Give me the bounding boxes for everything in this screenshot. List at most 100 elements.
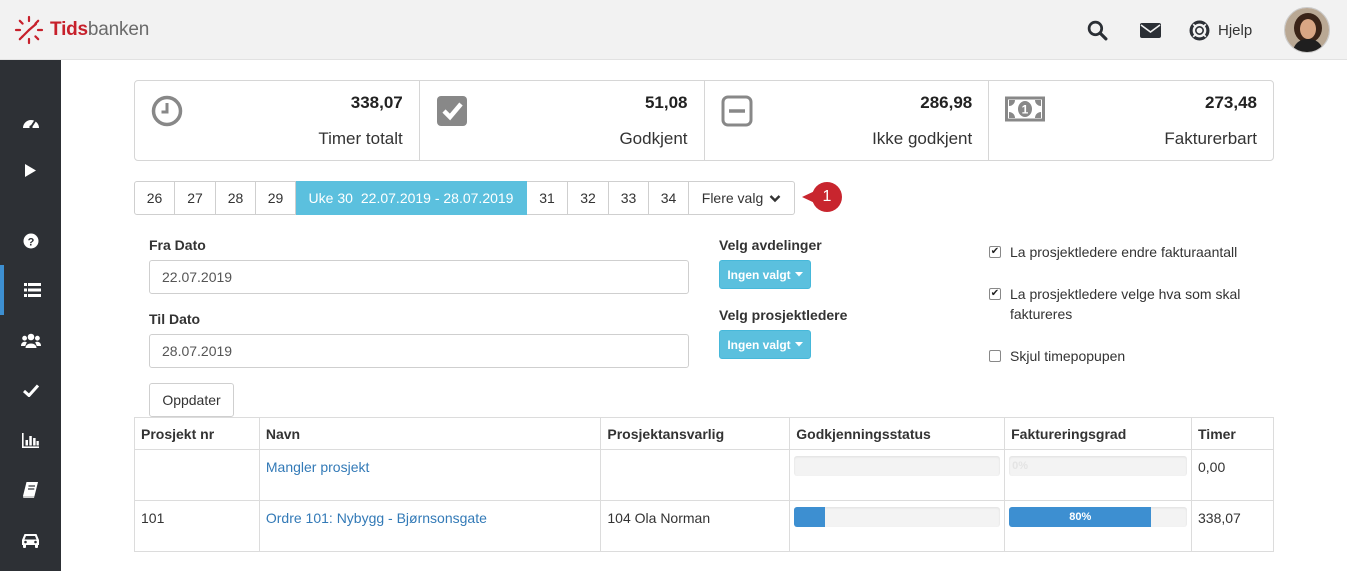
week-active-dates: 22.07.2019 - 28.07.2019 bbox=[360, 190, 514, 206]
stat-billable: 1 273,48 Fakturerbart bbox=[989, 81, 1273, 160]
cell-manager: 104 Ola Norman bbox=[600, 500, 791, 552]
cell-manager bbox=[600, 449, 791, 501]
stat-value: 273,48 bbox=[1205, 93, 1257, 112]
list-icon bbox=[24, 283, 41, 297]
week-button[interactable]: 26 bbox=[134, 181, 175, 215]
envelope-icon[interactable] bbox=[1140, 19, 1161, 41]
stats-panel: 338,07 Timer totalt 51,08 Godkjent 286,9… bbox=[134, 80, 1274, 161]
sidebar-item-car[interactable] bbox=[0, 515, 61, 565]
sidebar-item-users[interactable] bbox=[0, 315, 61, 365]
approval-progress-fill bbox=[794, 507, 826, 527]
week-button[interactable]: 34 bbox=[649, 181, 689, 215]
column-header[interactable]: Timer bbox=[1191, 417, 1274, 450]
week-button[interactable]: 29 bbox=[256, 181, 296, 215]
cell-name: Mangler prosjekt bbox=[258, 449, 602, 501]
table-row: 101 Ordre 101: Nybygg - Bjørnsonsgate 10… bbox=[134, 500, 1274, 552]
question-icon: ? bbox=[23, 233, 38, 249]
week-button-active[interactable]: Uke 30 22.07.2019 - 28.07.2019 bbox=[296, 181, 527, 215]
cell-hours: 0,00 bbox=[1191, 449, 1274, 501]
week-button[interactable]: 31 bbox=[527, 181, 568, 215]
brand-name: Tidsbanken bbox=[50, 19, 149, 41]
departments-value: Ingen valgt bbox=[727, 267, 791, 282]
column-header[interactable]: Prosjektansvarlig bbox=[600, 417, 791, 450]
money-icon: 1 bbox=[1005, 96, 1046, 122]
brand-name-b: banken bbox=[87, 19, 150, 40]
table-header-row: Prosjekt nr Navn Prosjektansvarlig Godkj… bbox=[134, 417, 1274, 450]
chevron-down-icon bbox=[769, 194, 781, 202]
managers-dropdown[interactable]: Ingen valgt bbox=[719, 330, 811, 359]
cell-approval bbox=[789, 500, 1006, 552]
option-label: Skjul timepopupen bbox=[1010, 348, 1126, 364]
column-header[interactable]: Godkjenningsstatus bbox=[789, 417, 1006, 450]
update-button[interactable]: Oppdater bbox=[149, 383, 234, 417]
stat-total-hours: 338,07 Timer totalt bbox=[135, 81, 420, 160]
week-selector: 26 27 28 29 Uke 30 22.07.2019 - 28.07.20… bbox=[134, 181, 795, 215]
stat-label: Godkjent bbox=[619, 129, 688, 148]
week-button[interactable]: 32 bbox=[568, 181, 609, 215]
project-link[interactable]: Mangler prosjekt bbox=[266, 459, 370, 475]
cell-hours: 338,07 bbox=[1191, 500, 1274, 552]
caret-down-icon bbox=[794, 272, 803, 277]
stat-value: 286,98 bbox=[920, 93, 973, 112]
logo[interactable]: Tidsbanken bbox=[14, 14, 149, 46]
stat-value: 338,07 bbox=[350, 93, 403, 112]
caret-down-icon bbox=[794, 342, 803, 347]
help-label: Hjelp bbox=[1218, 21, 1253, 39]
more-options-dropdown[interactable]: Flere valg bbox=[689, 181, 795, 215]
option-hide-popup[interactable]: Skjul timepopupen bbox=[989, 346, 1259, 366]
sidebar-item-approve[interactable] bbox=[0, 365, 61, 415]
billing-progress-bar: 0% bbox=[1009, 456, 1187, 476]
more-options-label: Flere valg bbox=[701, 190, 764, 206]
sidebar-item-help[interactable]: ? bbox=[0, 216, 61, 266]
option-label: La prosjektledere velge hva som skal fak… bbox=[1010, 286, 1241, 322]
top-bar: Tidsbanken Hjelp bbox=[0, 0, 1347, 60]
departments-dropdown[interactable]: Ingen valgt bbox=[719, 260, 811, 289]
cell-approval bbox=[789, 449, 1006, 501]
cell-project-nr: 101 bbox=[134, 500, 260, 552]
sidebar-item-dashboard[interactable] bbox=[0, 97, 61, 147]
cell-project-nr bbox=[134, 449, 260, 501]
column-header[interactable]: Faktureringsgrad bbox=[1004, 417, 1192, 450]
clock-icon bbox=[151, 95, 183, 127]
stat-label: Timer totalt bbox=[318, 129, 403, 148]
week-button[interactable]: 28 bbox=[216, 181, 256, 215]
stat-label: Fakturerbart bbox=[1164, 129, 1257, 148]
checkbox-icon bbox=[436, 96, 467, 126]
checkbox[interactable] bbox=[989, 350, 1001, 362]
sidebar-item-book[interactable] bbox=[0, 465, 61, 515]
svg-text:1: 1 bbox=[1022, 103, 1029, 117]
sidebar-item-play[interactable] bbox=[0, 145, 61, 195]
to-date-input[interactable]: 28.07.2019 bbox=[149, 334, 689, 368]
sidebar-item-list[interactable] bbox=[0, 265, 61, 315]
stat-not-approved: 286,98 Ikke godkjent bbox=[705, 81, 990, 160]
lifebuoy-icon bbox=[1189, 20, 1210, 40]
avatar[interactable] bbox=[1284, 7, 1330, 53]
option-label: La prosjektledere endre fakturaantall bbox=[1010, 244, 1238, 260]
managers-label: Velg prosjektledere bbox=[719, 307, 848, 323]
sidebar-item-reports[interactable] bbox=[0, 415, 61, 465]
option-choose-billable[interactable]: La prosjektledere velge hva som skal fak… bbox=[989, 284, 1259, 324]
help-link[interactable]: Hjelp bbox=[1189, 19, 1252, 41]
week-active-label: Uke 30 bbox=[308, 190, 353, 206]
column-header[interactable]: Prosjekt nr bbox=[134, 417, 260, 450]
minus-square-icon bbox=[721, 95, 752, 127]
users-icon bbox=[20, 333, 41, 348]
car-icon bbox=[22, 533, 39, 548]
bar-chart-icon bbox=[22, 432, 39, 448]
from-date-input[interactable]: 22.07.2019 bbox=[149, 260, 689, 294]
dashboard-icon bbox=[22, 119, 39, 129]
approval-progress-bar bbox=[794, 456, 1001, 476]
brand-name-a: Tids bbox=[50, 19, 88, 40]
column-header[interactable]: Navn bbox=[258, 417, 602, 450]
sidebar: ? bbox=[0, 60, 61, 571]
projects-table: Prosjekt nr Navn Prosjektansvarlig Godkj… bbox=[134, 417, 1274, 552]
option-edit-invoice-qty[interactable]: La prosjektledere endre fakturaantall bbox=[989, 242, 1259, 262]
checkbox[interactable] bbox=[989, 246, 1001, 258]
table-row: Mangler prosjekt 0% 0,00 bbox=[134, 449, 1274, 501]
week-button[interactable]: 33 bbox=[609, 181, 649, 215]
project-link[interactable]: Ordre 101: Nybygg - Bjørnsonsgate bbox=[266, 510, 487, 526]
week-button[interactable]: 27 bbox=[175, 181, 216, 215]
search-icon[interactable] bbox=[1087, 19, 1108, 41]
checkbox[interactable] bbox=[989, 288, 1001, 300]
svg-text:?: ? bbox=[27, 236, 34, 248]
